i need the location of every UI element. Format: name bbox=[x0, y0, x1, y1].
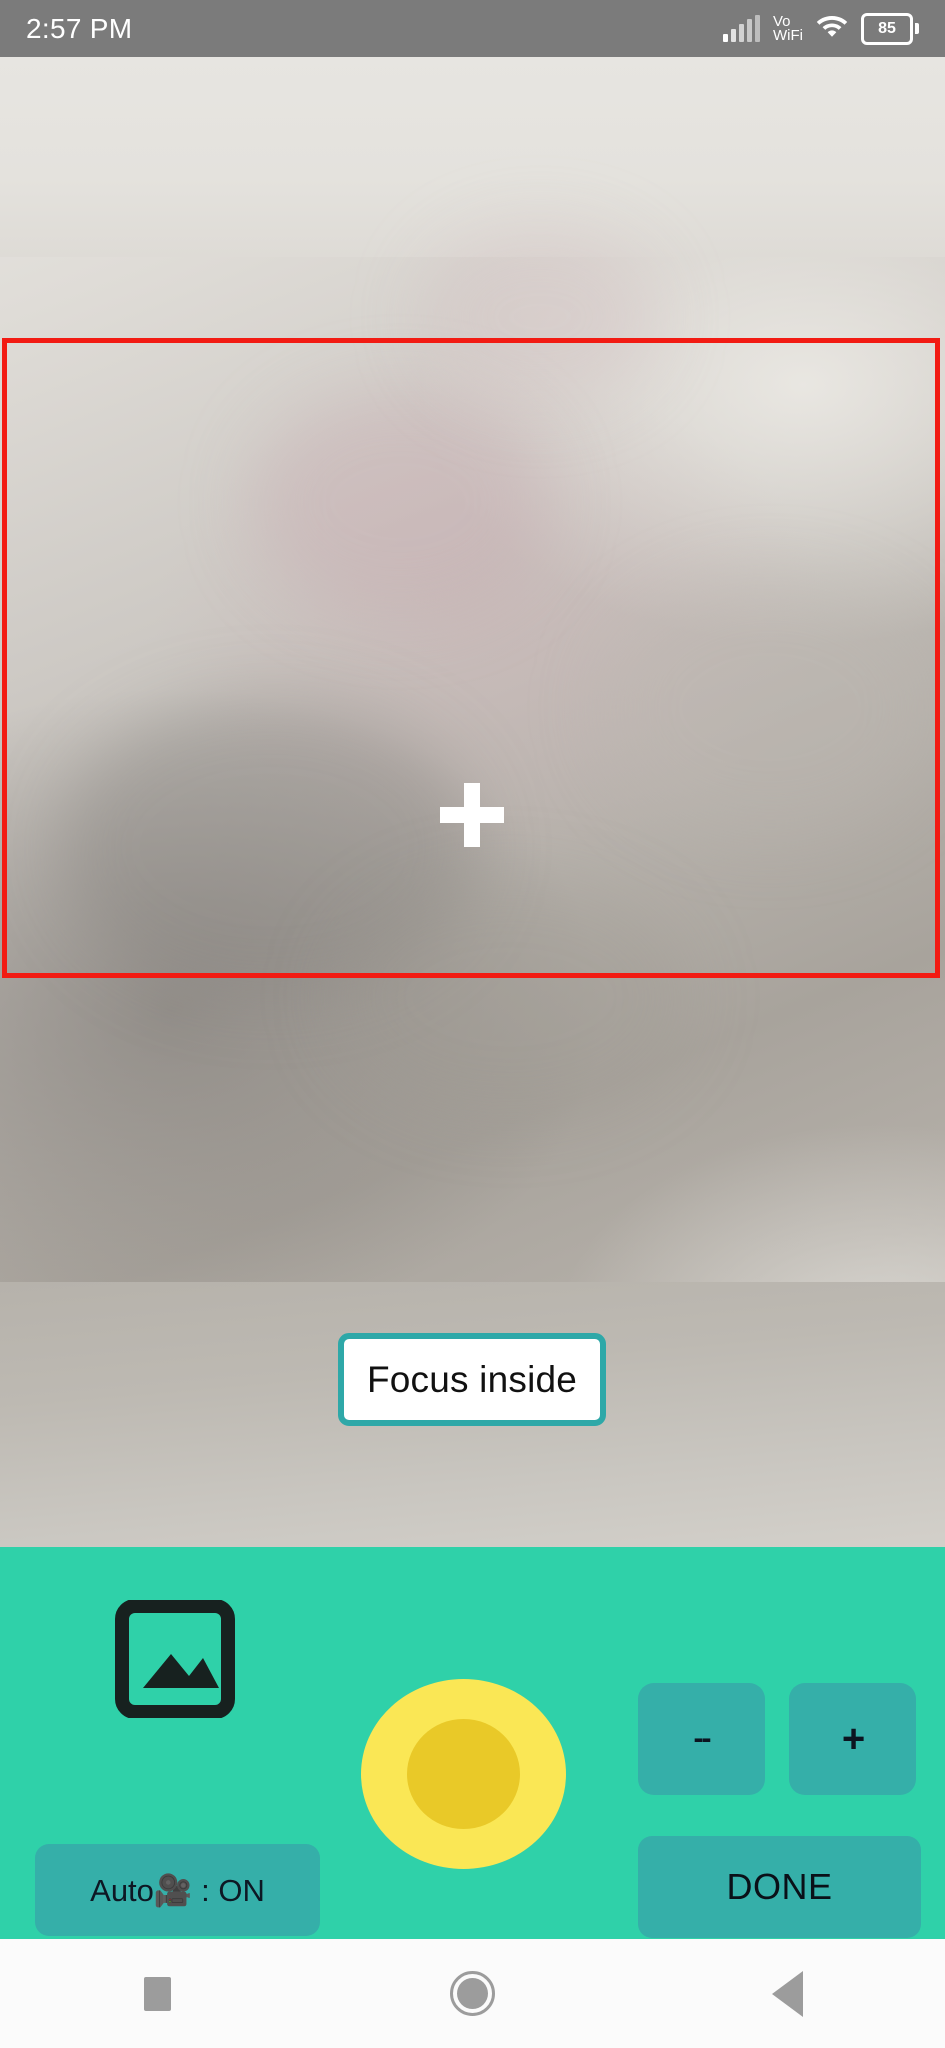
volte-wifi-icon: Vo WiFi bbox=[773, 14, 803, 44]
battery-icon: 85 bbox=[861, 12, 919, 45]
zoom-out-button[interactable]: -- bbox=[638, 1683, 765, 1795]
nav-home-button[interactable] bbox=[393, 1939, 553, 2048]
nav-back-button[interactable] bbox=[708, 1939, 868, 2048]
back-triangle-icon bbox=[772, 1970, 803, 2017]
battery-cap bbox=[915, 23, 919, 34]
status-clock: 2:57 PM bbox=[26, 12, 133, 44]
auto-mode-toggle-button[interactable]: Auto🎥 : ON bbox=[35, 1844, 320, 1936]
done-button[interactable]: DONE bbox=[638, 1836, 921, 1938]
auto-mode-label: Auto🎥 : ON bbox=[90, 1872, 265, 1908]
wifi-icon bbox=[816, 13, 848, 44]
zoom-in-label: + bbox=[841, 1717, 865, 1761]
status-icons: Vo WiFi 85 bbox=[723, 12, 919, 45]
recents-square-icon bbox=[144, 1976, 171, 2011]
zoom-in-button[interactable]: + bbox=[789, 1683, 916, 1795]
region-of-interest-rectangle bbox=[2, 338, 940, 978]
gallery-image-icon bbox=[113, 1600, 237, 1718]
zoom-out-label: -- bbox=[693, 1722, 712, 1755]
preview-highlight-band bbox=[0, 57, 945, 257]
nav-recents-button[interactable] bbox=[78, 1939, 238, 2048]
phone-screen: Focus inside -- + Auto🎥 : ON DONE 2:57 P… bbox=[0, 0, 945, 2048]
status-bar: 2:57 PM Vo WiFi 85 bbox=[0, 0, 945, 57]
home-circle-icon bbox=[450, 1971, 495, 2016]
shutter-button[interactable] bbox=[361, 1679, 566, 1869]
crosshair-vertical-bar bbox=[464, 783, 480, 847]
volte-line-2: WiFi bbox=[773, 26, 803, 44]
android-navigation-bar bbox=[0, 1939, 945, 2048]
done-label: DONE bbox=[726, 1866, 833, 1907]
battery-body: 85 bbox=[861, 12, 913, 45]
signal-bars-icon bbox=[723, 14, 760, 42]
gallery-button[interactable] bbox=[113, 1600, 237, 1718]
focus-inside-button[interactable]: Focus inside bbox=[338, 1333, 606, 1426]
shutter-button-inner bbox=[407, 1719, 520, 1829]
battery-level-label: 85 bbox=[878, 19, 896, 37]
focus-crosshair-icon bbox=[440, 783, 504, 847]
focus-inside-label: Focus inside bbox=[366, 1358, 578, 1400]
